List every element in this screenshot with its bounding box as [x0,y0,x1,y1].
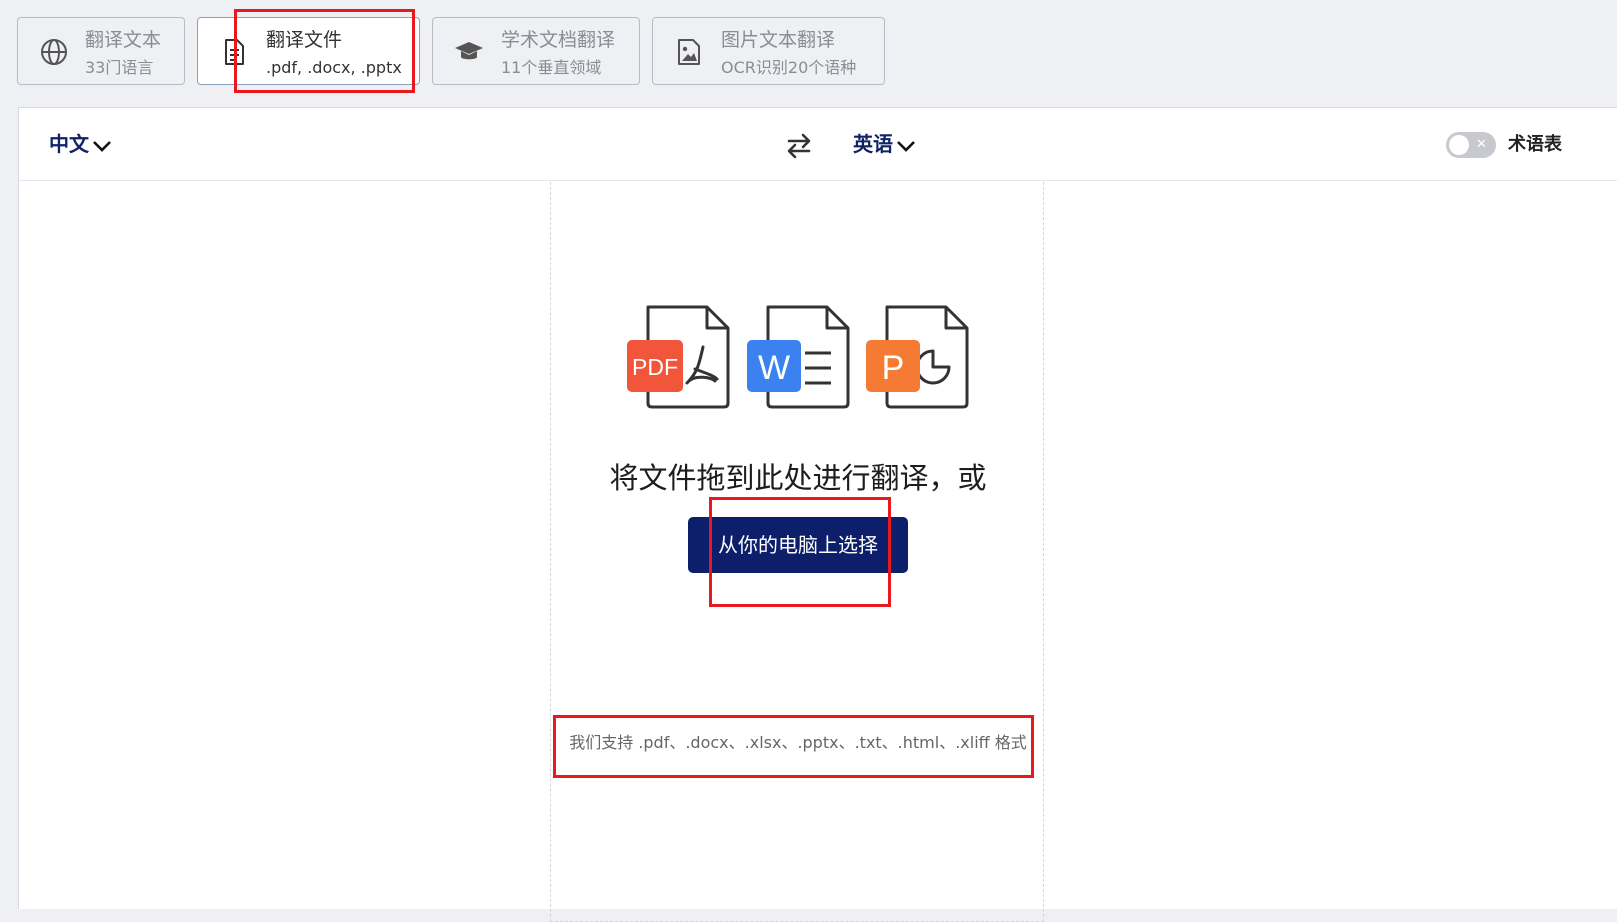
file-badge-text: PDF [632,354,678,380]
target-language-label: 英语 [853,132,893,156]
drop-instruction-text: 将文件拖到此处进行翻译，或 [609,461,987,495]
powerpoint-file-icon: P [866,303,970,409]
glossary-label: 术语表 [1508,134,1562,155]
toggle-knob [1449,135,1469,155]
close-icon: ✕ [1476,137,1487,152]
glossary-toggle[interactable]: ✕ [1446,132,1496,158]
pdf-file-icon: PDF [627,303,731,409]
swap-arrows-icon[interactable] [784,131,814,161]
tab-academic-translation[interactable]: 学术文档翻译 11个垂直领域 [432,17,640,85]
tab-subtitle: 33门语言 [85,58,154,77]
source-language-select[interactable]: 中文 [49,130,112,160]
word-file-icon: W [747,303,851,409]
chevron-down-icon [92,132,112,160]
tab-translate-text[interactable]: 翻译文本 33门语言 [17,17,185,85]
tab-title: 翻译文件 [266,29,343,51]
document-icon [218,36,250,68]
tab-subtitle: OCR识别20个语种 [721,58,857,77]
tab-translate-file[interactable]: 翻译文件 .pdf, .docx, .pptx [197,17,420,85]
tab-title: 图片文本翻译 [721,29,836,51]
choose-from-computer-button[interactable]: 从你的电脑上选择 [688,517,908,573]
tab-subtitle: .pdf, .docx, .pptx [266,58,402,77]
chevron-down-icon [896,132,916,160]
source-language-label: 中文 [49,132,89,156]
language-bar: 中文 英语 ✕ 术语表 [19,108,1617,181]
translate-panel: 中文 英语 ✕ 术语表 PDF W P 将文件拖到此处进行翻译，或 从你的电脑上… [18,107,1617,922]
tab-title: 翻译文本 [85,29,162,51]
file-drop-zone[interactable]: PDF W P 将文件拖到此处进行翻译，或 从你的电脑上选择 我们支持 .pdf… [550,182,1044,922]
tab-image-translation[interactable]: 图片文本翻译 OCR识别20个语种 [652,17,885,85]
file-badge-text: W [758,349,790,387]
tab-subtitle: 11个垂直领域 [501,58,602,77]
target-language-select[interactable]: 英语 [853,130,916,160]
tab-title: 学术文档翻译 [501,29,616,51]
supported-formats-text: 我们支持 .pdf、.docx、.xlsx、.pptx、.txt、.html、.… [569,733,1027,752]
globe-icon [38,36,70,68]
graduation-cap-icon [453,36,485,68]
file-badge-text: P [882,349,905,387]
image-icon [673,36,705,68]
